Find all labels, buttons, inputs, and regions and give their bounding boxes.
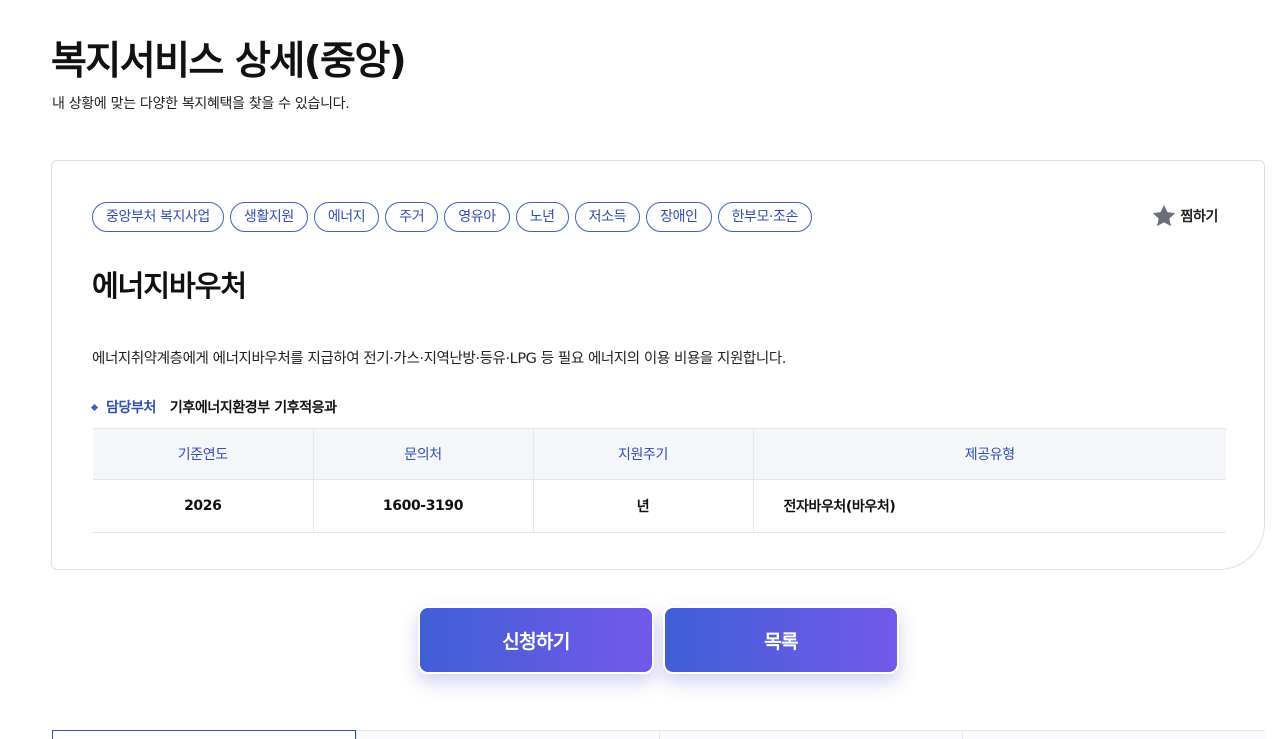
tag-item[interactable]: 한부모·조손 — [717, 202, 813, 232]
table-row: 2026 1600-3190 년 전자바우처(바우처) — [93, 479, 1226, 533]
table-header-cell: 문의처 — [312, 428, 533, 480]
tag-item[interactable]: 장애인 — [646, 202, 712, 232]
table-cell-contact: 1600-3190 — [312, 479, 533, 533]
tag-item[interactable]: 생활지원 — [229, 202, 308, 232]
table-cell-cycle: 년 — [532, 479, 753, 533]
table-header-cell: 기준연도 — [93, 428, 313, 480]
page-subtitle: 내 상황에 맞는 다양한 복지혜택을 찾을 수 있습니다. — [52, 96, 350, 112]
star-icon — [1151, 203, 1177, 229]
department-label: 담당부처 — [106, 400, 156, 416]
page-title: 복지서비스 상세(중앙) — [51, 39, 407, 84]
tag-item[interactable]: 주거 — [385, 202, 439, 232]
department-info: 담당부처 기후에너지환경부 기후적응과 — [90, 397, 337, 417]
bottom-tab[interactable] — [52, 730, 356, 739]
bookmark-label: 찜하기 — [1180, 209, 1219, 225]
service-title: 에너지바우처 — [92, 269, 247, 303]
diamond-bullet-icon — [90, 403, 99, 411]
table-cell-type: 전자바우처(바우처) — [752, 479, 1226, 533]
service-info-table: 기준연도 문의처 지원주기 제공유형 2026 1600-3190 년 전자바우… — [93, 428, 1226, 533]
table-cell-year: 2026 — [93, 479, 313, 533]
service-card: 중앙부처 복지사업 생활지원 에너지 주거 영유아 노년 저소득 장애인 한부모… — [51, 160, 1265, 570]
list-button[interactable]: 목록 — [663, 606, 899, 674]
tag-item[interactable]: 중앙부처 복지사업 — [92, 202, 224, 232]
table-header-cell: 제공유형 — [752, 428, 1226, 480]
table-header-cell: 지원주기 — [532, 428, 753, 480]
action-buttons: 신청하기 목록 — [418, 606, 899, 674]
department-value: 기후에너지환경부 기후적응과 — [169, 400, 337, 416]
tag-list: 중앙부처 복지사업 생활지원 에너지 주거 영유아 노년 저소득 장애인 한부모… — [92, 202, 813, 232]
tag-item[interactable]: 영유아 — [444, 202, 510, 232]
bottom-tab[interactable] — [659, 731, 962, 739]
service-description: 에너지취약계층에게 에너지바우처를 지급하여 전기·가스·지역난방·등유·LPG… — [92, 351, 786, 367]
bottom-tab[interactable] — [356, 731, 659, 739]
bottom-tab[interactable] — [962, 731, 1265, 739]
bottom-tab-bar — [52, 730, 1265, 739]
bookmark-button[interactable]: 찜하기 — [1151, 203, 1218, 229]
table-header-row: 기준연도 문의처 지원주기 제공유형 — [93, 428, 1226, 480]
tag-item[interactable]: 노년 — [515, 202, 569, 232]
tag-item[interactable]: 에너지 — [313, 202, 380, 232]
apply-button[interactable]: 신청하기 — [418, 606, 654, 674]
tag-item[interactable]: 저소득 — [574, 202, 641, 232]
welfare-service-detail-page: 복지서비스 상세(중앙) 내 상황에 맞는 다양한 복지혜택을 찾을 수 있습니… — [0, 0, 1284, 739]
